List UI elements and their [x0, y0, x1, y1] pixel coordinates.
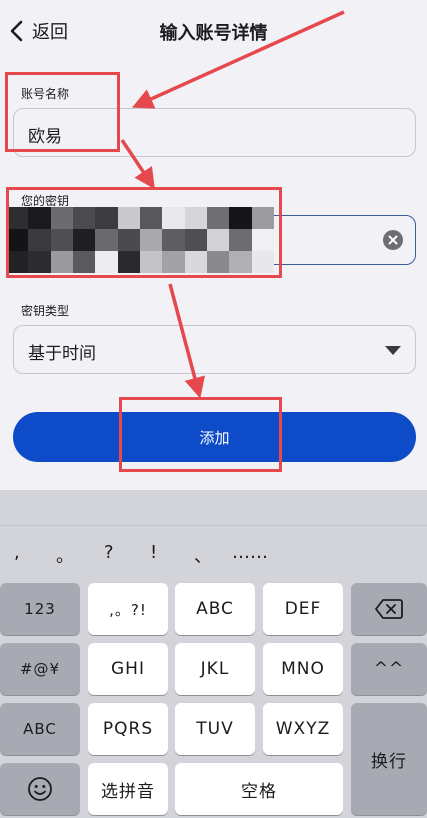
key-abc-switch[interactable]: ABC	[0, 703, 80, 755]
key-type-value: 基于时间	[28, 344, 96, 364]
punct-enum-comma[interactable]: 、	[194, 542, 212, 568]
navigation-bar: 返回 输入账号详情	[0, 0, 427, 64]
backspace-icon	[375, 599, 403, 619]
key-abc[interactable]: ABC	[175, 583, 255, 635]
punctuation-row: , 。 ? ! 、 ……	[0, 542, 427, 572]
keyboard-divider	[0, 525, 427, 526]
add-button[interactable]: 添加	[13, 412, 416, 462]
key-space[interactable]: 空格	[175, 763, 343, 815]
key-pinyin[interactable]: 选拼音	[88, 763, 168, 815]
key-backspace[interactable]	[351, 583, 427, 635]
key-return[interactable]: 换行	[351, 703, 427, 815]
page-title: 输入账号详情	[159, 23, 268, 44]
emoji-smile-icon	[28, 777, 52, 801]
punct-question[interactable]: ?	[104, 542, 114, 563]
key-pqrs[interactable]: PQRS	[88, 703, 168, 755]
key-ghi[interactable]: GHI	[88, 643, 168, 695]
redacted-key-mosaic	[6, 207, 274, 273]
punct-exclaim[interactable]: !	[150, 542, 157, 563]
key-tuv[interactable]: TUV	[175, 703, 255, 755]
key-mno[interactable]: MNO	[263, 643, 343, 695]
key-type-select[interactable]: 基于时间	[13, 325, 416, 374]
key-emoji[interactable]	[0, 763, 80, 815]
key-symbols[interactable]: #@¥	[0, 643, 80, 695]
account-name-label: 账号名称	[21, 87, 70, 101]
account-name-field[interactable]: 欧易	[13, 108, 416, 157]
account-name-value: 欧易	[28, 127, 62, 147]
punct-period[interactable]: 。	[56, 542, 74, 568]
key-def[interactable]: DEF	[263, 583, 343, 635]
key-emoticon[interactable]: ^^	[351, 643, 427, 695]
key-wxyz[interactable]: WXYZ	[263, 703, 343, 755]
key-type-label: 密钥类型	[21, 304, 70, 318]
clear-x-icon	[388, 235, 398, 245]
dropdown-caret-icon	[385, 346, 401, 355]
key-punct-abbr[interactable]: ,。?!	[88, 583, 168, 635]
punct-comma[interactable]: ,	[14, 542, 20, 563]
key-jkl[interactable]: JKL	[175, 643, 255, 695]
clear-input-button[interactable]	[383, 230, 403, 250]
key-123[interactable]: 123	[0, 583, 80, 635]
punct-ellipsis[interactable]: ……	[232, 542, 268, 563]
